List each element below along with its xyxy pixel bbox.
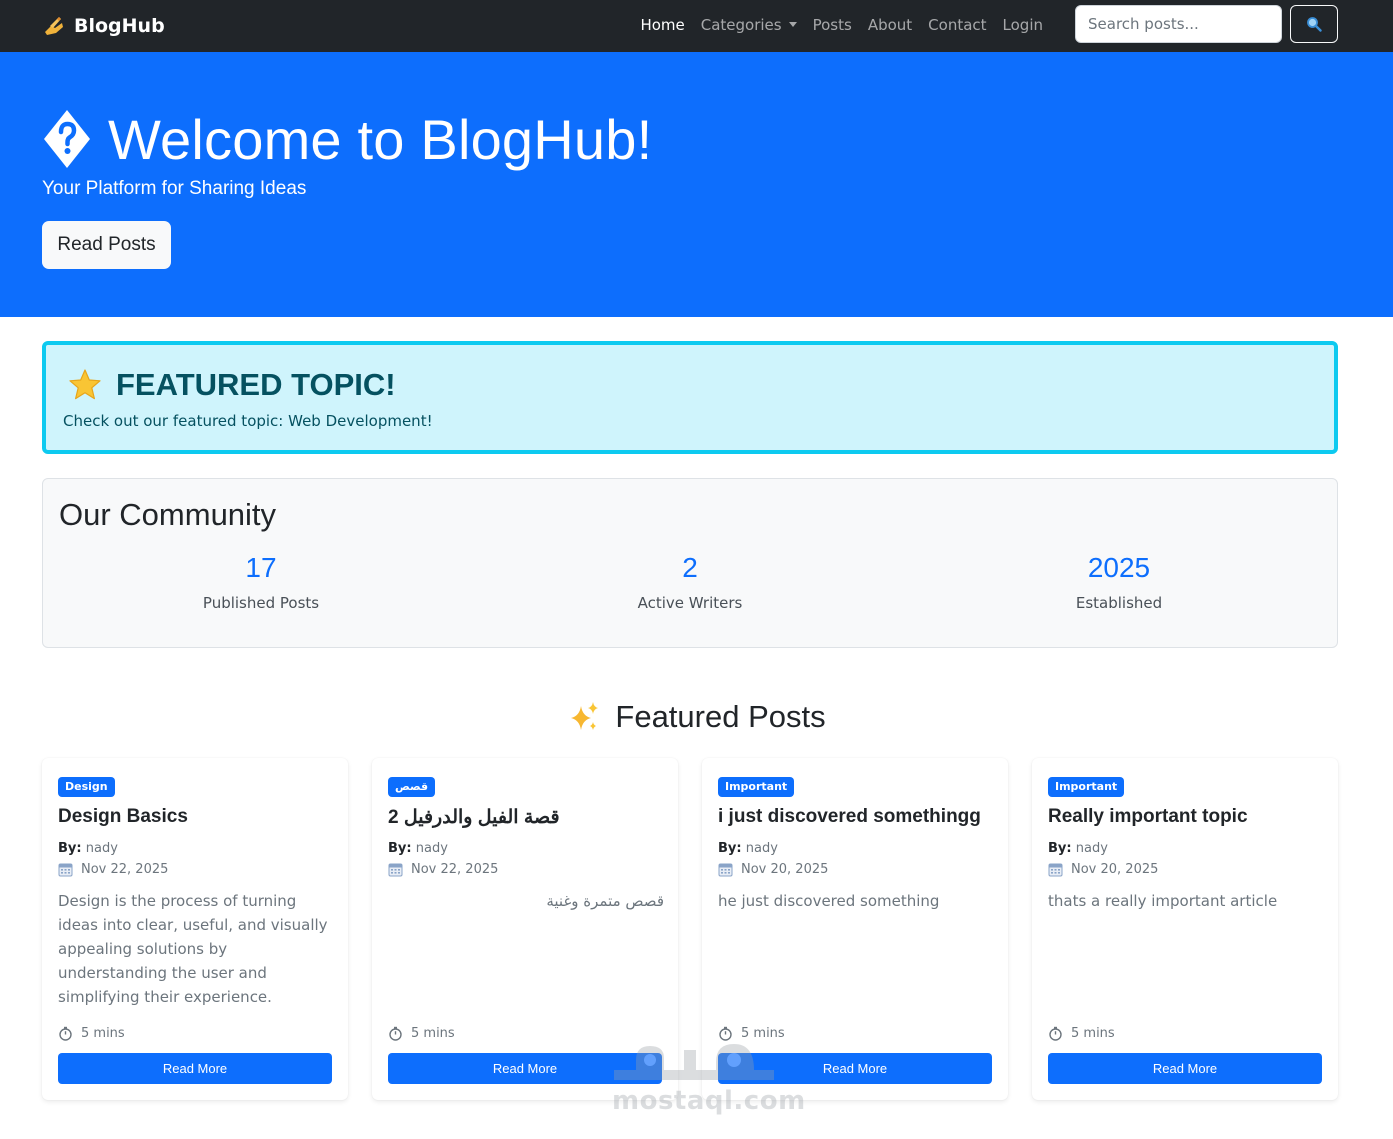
post-excerpt: thats a really important article — [1048, 892, 1278, 910]
post-date: Nov 22, 2025 — [58, 862, 168, 877]
post-author: By: nady — [388, 841, 448, 856]
post-card: قصص قصة الفيل والدرفيل 2 By: nady Nov 22… — [372, 758, 678, 1100]
post-card: Important Really important topic By: nad… — [1032, 758, 1338, 1100]
post-read-time: 5 mins — [1048, 1026, 1115, 1041]
stat-label: Published Posts — [202, 594, 320, 612]
featured-topic-alert: FEATURED TOPIC! Check out our featured t… — [42, 341, 1338, 454]
stat-value: 2025 — [1087, 552, 1151, 583]
read-time-text: 5 mins — [741, 1026, 785, 1041]
read-time-text: 5 mins — [411, 1026, 455, 1041]
read-time-text: 5 mins — [1071, 1026, 1115, 1041]
category-badge[interactable]: Important — [1048, 777, 1125, 797]
hero-title: Welcome to BlogHub! — [42, 104, 652, 174]
post-date-text: Nov 20, 2025 — [741, 862, 829, 877]
community-card: Our Community 17 Published Posts 2 Activ… — [42, 478, 1338, 648]
hero-title-text: Welcome to BlogHub! — [108, 107, 653, 171]
category-badge[interactable]: Design — [58, 777, 115, 797]
post-title: قصة الفيل والدرفيل 2 — [388, 807, 560, 828]
community-title: Our Community — [59, 497, 277, 532]
author-label: By: — [1048, 841, 1072, 856]
post-excerpt: he just discovered something — [718, 892, 940, 910]
nav-categories-dropdown[interactable]: Categories — [693, 14, 805, 36]
post-author: By: nady — [58, 841, 118, 856]
search-input[interactable] — [1075, 5, 1282, 43]
nav-posts[interactable]: Posts — [805, 14, 860, 36]
post-read-time: 5 mins — [388, 1026, 455, 1041]
stopwatch-icon — [1049, 1026, 1062, 1041]
read-more-button[interactable]: Read More — [718, 1053, 992, 1084]
star-icon — [69, 369, 101, 400]
post-date-text: Nov 22, 2025 — [411, 862, 499, 877]
post-title: Really important topic — [1048, 806, 1248, 827]
sparkles-icon — [571, 702, 599, 730]
nav-home[interactable]: Home — [632, 14, 692, 36]
author-name: nady — [1075, 841, 1108, 856]
post-date: Nov 20, 2025 — [718, 862, 828, 877]
author-name: nady — [415, 841, 448, 856]
chevron-down-icon — [788, 22, 797, 27]
search-icon — [1307, 17, 1322, 32]
nav-categories-label: Categories — [700, 16, 782, 34]
read-more-button[interactable]: Read More — [58, 1053, 332, 1084]
read-more-button[interactable]: Read More — [1048, 1053, 1322, 1084]
featured-posts-heading-text: Featured Posts — [615, 699, 826, 734]
stopwatch-icon — [59, 1026, 72, 1041]
category-badge[interactable]: Important — [718, 777, 795, 797]
author-label: By: — [388, 841, 412, 856]
post-title: Design Basics — [58, 806, 188, 827]
nav-links: Home Categories Posts About Contact Logi… — [632, 14, 1051, 36]
featured-topic-text: Check out our featured topic: Web Develo… — [63, 412, 433, 430]
calendar-icon — [58, 863, 73, 877]
featured-topic-title-text: FEATURED TOPIC! — [116, 367, 396, 402]
post-card: Important i just discovered somethingg B… — [702, 758, 1008, 1100]
post-author: By: nady — [1048, 841, 1108, 856]
post-card: Design Design Basics By: nady Nov 22, 20… — [42, 758, 348, 1100]
post-title: i just discovered somethingg — [718, 806, 981, 827]
hero-section: Welcome to BlogHub! Your Platform for Sh… — [0, 52, 1393, 317]
calendar-icon — [388, 863, 403, 877]
nav-contact[interactable]: Contact — [920, 14, 994, 36]
author-label: By: — [718, 841, 742, 856]
stat-active-writers: 2 Active Writers — [475, 551, 905, 612]
brand-name: BlogHub — [74, 15, 165, 37]
search-button[interactable] — [1290, 5, 1338, 43]
calendar-icon — [1048, 863, 1063, 877]
author-name: nady — [745, 841, 778, 856]
calendar-icon — [718, 863, 733, 877]
featured-topic-title: FEATURED TOPIC! — [68, 365, 396, 405]
post-author: By: nady — [718, 841, 778, 856]
read-more-button[interactable]: Read More — [388, 1053, 662, 1084]
post-date: Nov 20, 2025 — [1048, 862, 1158, 877]
post-read-time: 5 mins — [718, 1026, 785, 1041]
navbar: BlogHub Home Categories Posts About Cont… — [0, 0, 1393, 52]
stopwatch-icon — [719, 1026, 732, 1041]
stat-label: Established — [1075, 594, 1163, 612]
read-time-text: 5 mins — [81, 1026, 125, 1041]
hero-subtitle: Your Platform for Sharing Ideas — [42, 178, 307, 199]
writing-hand-icon — [45, 17, 63, 35]
read-posts-button[interactable]: Read Posts — [42, 221, 171, 269]
post-read-time: 5 mins — [58, 1026, 125, 1041]
post-excerpt: قصص متمرة وغنية — [546, 892, 664, 910]
stat-published-posts: 17 Published Posts — [46, 551, 476, 612]
stat-value: 17 — [245, 552, 277, 583]
nav-login[interactable]: Login — [995, 14, 1051, 36]
stat-label: Active Writers — [637, 594, 743, 612]
stopwatch-icon — [389, 1026, 402, 1041]
stat-value: 2 — [682, 552, 698, 583]
featured-posts-heading: Featured Posts — [0, 696, 1393, 738]
author-name: nady — [85, 841, 118, 856]
post-date: Nov 22, 2025 — [388, 862, 498, 877]
stat-established: 2025 Established — [904, 551, 1334, 612]
category-badge[interactable]: قصص — [388, 777, 436, 797]
question-diamond-icon — [44, 110, 90, 168]
post-date-text: Nov 20, 2025 — [1071, 862, 1159, 877]
post-excerpt: Design is the process of turning ideas i… — [58, 892, 328, 1006]
author-label: By: — [58, 841, 82, 856]
nav-about[interactable]: About — [860, 14, 920, 36]
post-date-text: Nov 22, 2025 — [81, 862, 169, 877]
brand-link[interactable]: BlogHub — [42, 12, 165, 40]
